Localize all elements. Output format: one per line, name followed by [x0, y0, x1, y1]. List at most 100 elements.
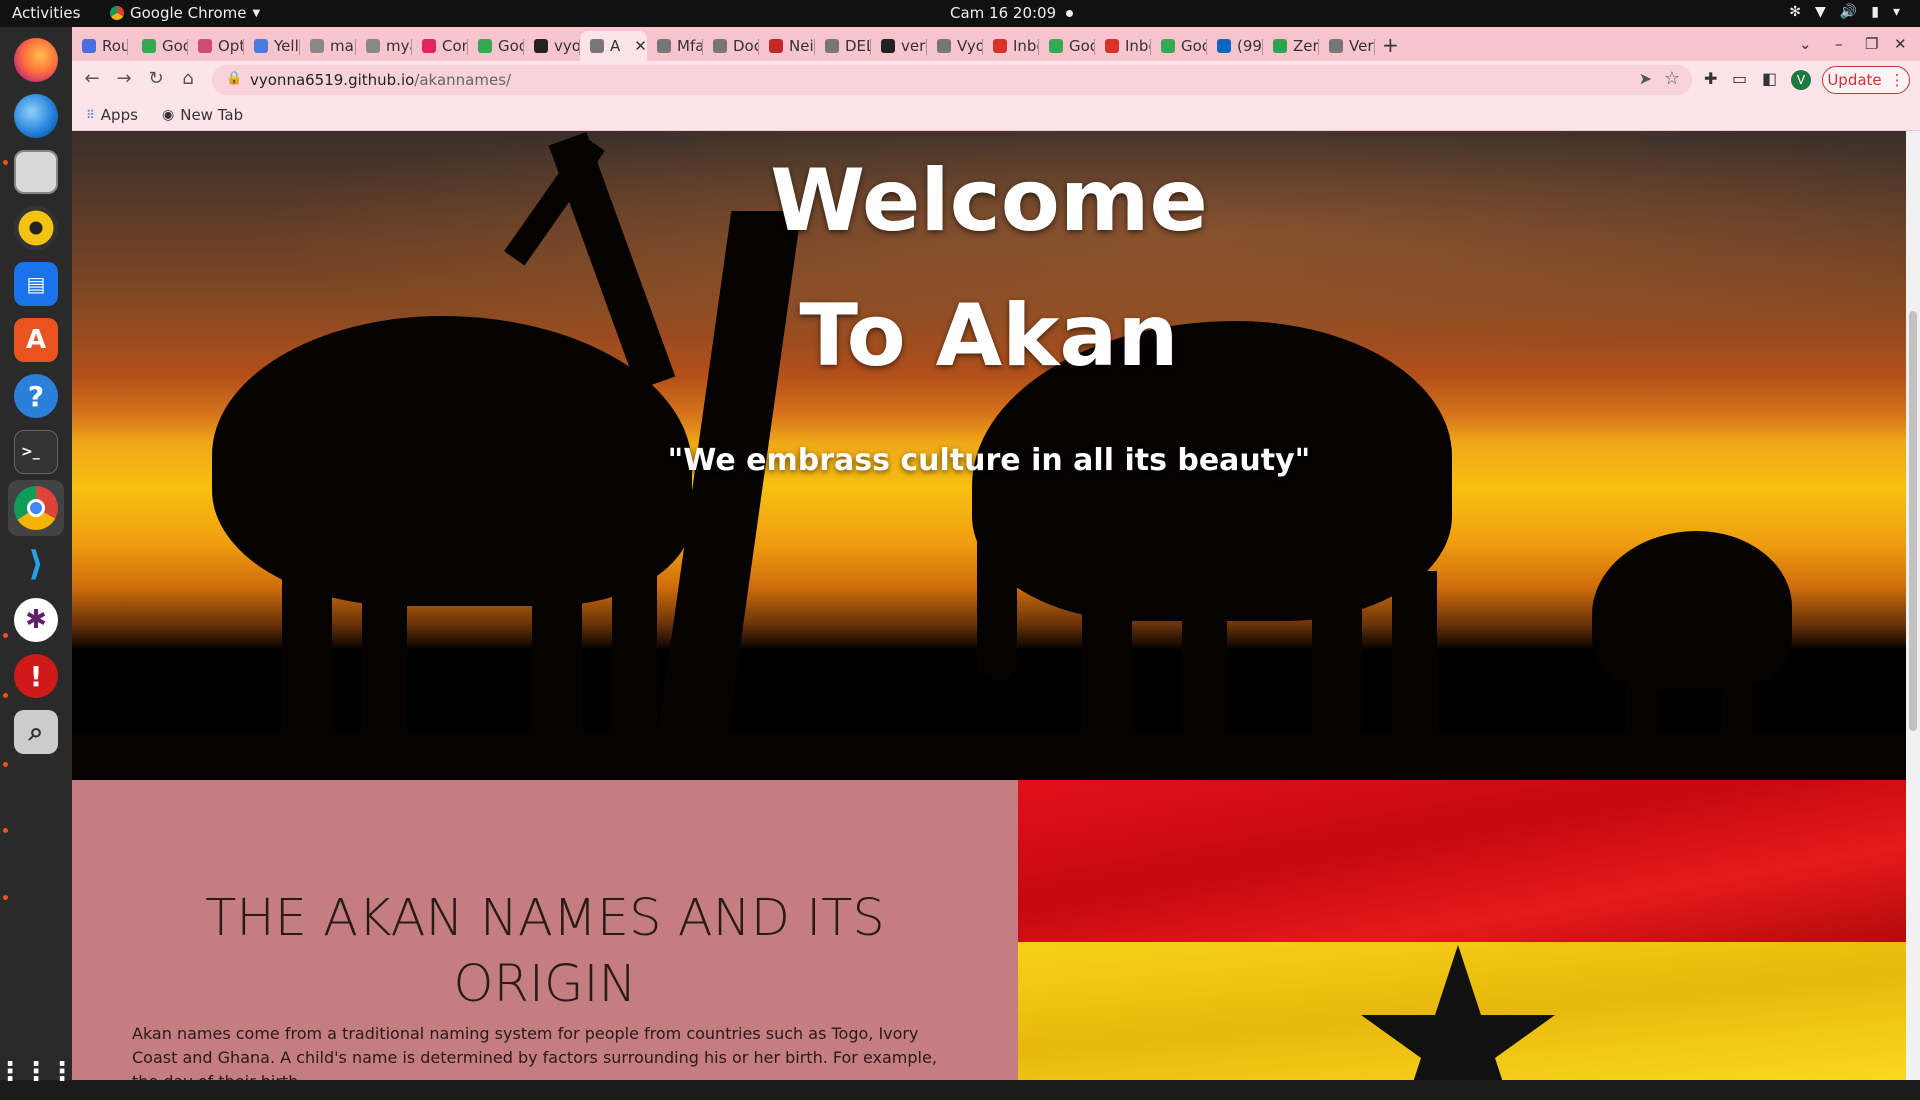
- elephant-leg: [1722, 651, 1752, 741]
- tab-favicon-icon: [937, 39, 951, 53]
- clock[interactable]: Cam 16 20:09: [950, 4, 1074, 22]
- chevron-down-icon: ▼: [252, 7, 261, 19]
- minimize-icon[interactable]: –: [1835, 35, 1843, 53]
- send-to-devices-icon[interactable]: ➤: [1639, 69, 1652, 88]
- tab-19[interactable]: Goo: [1151, 31, 1207, 61]
- activities-button[interactable]: Activities: [12, 4, 80, 22]
- tab-10[interactable]: Mfa: [647, 31, 703, 61]
- dock-thunderbird[interactable]: [8, 88, 64, 144]
- software-updater-icon: !: [14, 654, 58, 698]
- tab-7[interactable]: Goo: [468, 31, 524, 61]
- back-icon[interactable]: ←: [80, 68, 104, 89]
- tab-12[interactable]: Neig: [759, 31, 815, 61]
- tab-1[interactable]: Goo: [132, 31, 188, 61]
- tab-2[interactable]: Opti: [188, 31, 244, 61]
- tab-favicon-icon: [825, 39, 839, 53]
- hero-title-line2: To Akan: [799, 286, 1179, 386]
- tab-favicon-icon: [769, 39, 783, 53]
- chrome-small-icon: [110, 6, 124, 20]
- dock-slack[interactable]: ✱: [8, 592, 64, 648]
- system-tray[interactable]: ✻ ▼ 🔊 ▮ ▾: [1789, 4, 1900, 20]
- bookmark-new-tab-label: New Tab: [180, 106, 244, 124]
- tab-label: Verc: [1349, 37, 1375, 55]
- bookmark-star-icon[interactable]: ☆: [1664, 68, 1680, 89]
- update-button[interactable]: Update ⋮: [1822, 66, 1910, 94]
- tab-11[interactable]: Doc: [703, 31, 759, 61]
- tab-label: Goo: [1181, 37, 1207, 55]
- tab-14[interactable]: vero: [871, 31, 927, 61]
- tab-8[interactable]: vyon: [524, 31, 580, 61]
- tab-22[interactable]: Verc: [1319, 31, 1375, 61]
- dock-terminal[interactable]: >_: [8, 424, 64, 480]
- elephant-leg: [532, 551, 582, 741]
- app-menu[interactable]: Google Chrome ▼: [110, 4, 260, 22]
- dock-chrome[interactable]: [8, 480, 64, 536]
- tab-label: DEL: [845, 37, 871, 55]
- tab-label: Goo: [162, 37, 188, 55]
- restore-icon[interactable]: ❐: [1865, 35, 1878, 53]
- tab-15[interactable]: Vyo: [927, 31, 983, 61]
- dock-vscode[interactable]: ⟩: [8, 536, 64, 592]
- tab-favicon-icon: [478, 39, 492, 53]
- scrollbar-thumb[interactable]: [1909, 311, 1917, 731]
- tab-close-icon[interactable]: ✕: [634, 37, 647, 55]
- tab-20[interactable]: (99+: [1207, 31, 1263, 61]
- extensions-puzzle-icon[interactable]: ✚: [1704, 69, 1717, 88]
- tab-search-icon[interactable]: ⌄: [1799, 35, 1812, 53]
- page-scrollbar[interactable]: [1906, 131, 1920, 1080]
- reload-icon[interactable]: ↻: [144, 68, 168, 89]
- dock-software[interactable]: A: [8, 312, 64, 368]
- tab-0[interactable]: Rout: [72, 31, 128, 61]
- dock-updater[interactable]: !: [8, 648, 64, 704]
- tab-4[interactable]: mail: [300, 31, 356, 61]
- chrome-icon: [14, 486, 58, 530]
- bookmark-apps[interactable]: ⠿ Apps: [86, 106, 138, 124]
- tab-label: Inbo: [1013, 37, 1039, 55]
- tab-label: Goo: [1069, 37, 1095, 55]
- firefox-icon: [14, 38, 58, 82]
- close-window-icon[interactable]: ✕: [1894, 35, 1907, 53]
- tab-favicon-icon: [1049, 39, 1063, 53]
- dock-help[interactable]: ?: [8, 368, 64, 424]
- elephant-leg: [1627, 651, 1657, 741]
- tab-18[interactable]: Inbo: [1095, 31, 1151, 61]
- cast-icon[interactable]: ▭: [1732, 69, 1747, 88]
- files-icon: [14, 150, 58, 194]
- tab-9[interactable]: A ✕: [580, 31, 647, 61]
- tab-favicon-icon: [534, 39, 548, 53]
- bookmark-new-tab[interactable]: ◉ New Tab: [162, 106, 243, 124]
- browser-toolbar: ← → ↻ ⌂ 🔒 vyonna6519.github.io/akannames…: [72, 61, 1920, 99]
- running-indicator: [3, 895, 8, 900]
- ghana-flag-image: [1018, 780, 1906, 1080]
- tab-label: (99+: [1237, 37, 1263, 55]
- dock-files[interactable]: [8, 144, 64, 200]
- home-icon[interactable]: ⌂: [176, 68, 200, 89]
- dock-firefox[interactable]: [8, 32, 64, 88]
- dock-screenshot[interactable]: ⌕: [8, 704, 64, 760]
- wifi-icon: ▼: [1815, 4, 1826, 20]
- tab-13[interactable]: DEL: [815, 31, 871, 61]
- origin-paragraph: Akan names come from a traditional namin…: [132, 1024, 937, 1080]
- tab-favicon-icon: [1161, 39, 1175, 53]
- tab-17[interactable]: Goo: [1039, 31, 1095, 61]
- running-indicator: [3, 828, 8, 833]
- lock-icon[interactable]: 🔒: [226, 71, 242, 86]
- side-panel-icon[interactable]: ◧: [1762, 69, 1777, 88]
- page-viewport[interactable]: Welcome To Akan "We embrass culture in a…: [72, 131, 1906, 1080]
- forward-icon[interactable]: →: [112, 68, 136, 89]
- tab-strip: RoutGooOptiYellomailmyaConfGoovyonA✕MfaD…: [72, 27, 1920, 61]
- browser-window: RoutGooOptiYellomailmyaConfGoovyonA✕MfaD…: [72, 27, 1920, 1080]
- tab-21[interactable]: Zero: [1263, 31, 1319, 61]
- show-applications-button[interactable]: ⋮⋮⋮: [0, 1044, 75, 1100]
- new-tab-icon[interactable]: +: [1382, 33, 1399, 57]
- notification-dot-icon: [1066, 9, 1074, 17]
- dock-rhythmbox[interactable]: [8, 200, 64, 256]
- tab-16[interactable]: Inbo: [983, 31, 1039, 61]
- tab-3[interactable]: Yello: [244, 31, 300, 61]
- dock-writer[interactable]: ▤: [8, 256, 64, 312]
- software-center-icon: A: [14, 318, 58, 362]
- tab-6[interactable]: Conf: [412, 31, 468, 61]
- address-bar[interactable]: 🔒 vyonna6519.github.io/akannames/ ➤ ☆: [212, 65, 1692, 95]
- tab-5[interactable]: mya: [356, 31, 412, 61]
- profile-avatar[interactable]: V: [1791, 70, 1811, 90]
